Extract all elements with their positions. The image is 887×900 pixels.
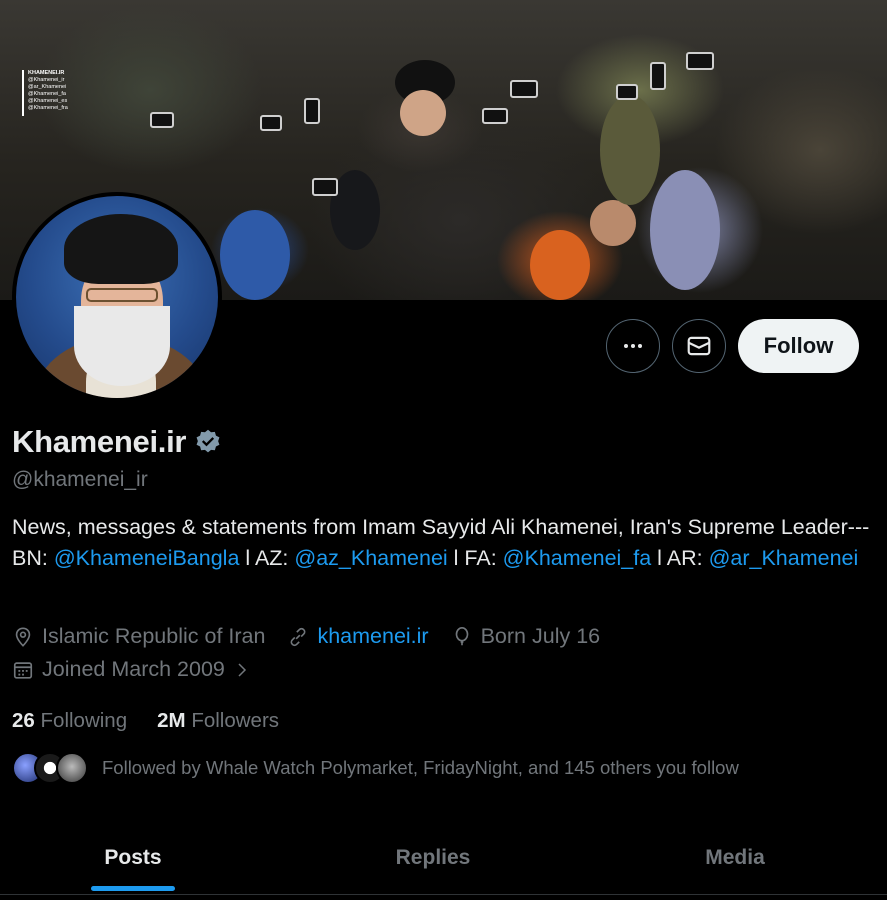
follower-avatar [56, 752, 88, 784]
followed-by-row[interactable]: Followed by Whale Watch Polymarket, Frid… [12, 752, 739, 784]
phone-image [482, 108, 508, 124]
followers-count: 2M [157, 709, 186, 732]
chevron-right-icon [238, 662, 246, 677]
website-item[interactable]: khamenei.ir [287, 624, 429, 649]
crowd-figure [650, 170, 720, 290]
crowd-figure [530, 230, 590, 300]
phone-image [312, 178, 338, 196]
link-icon [290, 627, 306, 646]
profile-meta-row: Joined March 2009 [12, 657, 273, 682]
watermark-text: KHAMENEI.IR @Khamenei_ir @ar_Khamenei @K… [28, 70, 68, 111]
follow-button[interactable]: Follow [738, 319, 859, 373]
followers-count-link[interactable]: 2M Followers [157, 709, 279, 733]
bio-mention-link[interactable]: @Khamenei_fa [503, 546, 652, 570]
profile-bio: News, messages & statements from Imam Sa… [12, 512, 872, 574]
profile-avatar[interactable] [12, 192, 222, 402]
following-count-link[interactable]: 26 Following [12, 709, 127, 733]
calendar-icon [13, 661, 33, 679]
birthday-item: Born July 16 [451, 624, 601, 649]
birthday-text: Born July 16 [480, 624, 601, 648]
tab-replies[interactable]: Replies [358, 820, 508, 895]
phone-image [150, 112, 174, 128]
followed-by-avatars [12, 752, 88, 784]
phone-image [304, 98, 320, 124]
profile-handle: @khamenei_ir [12, 468, 148, 491]
phone-image [616, 84, 638, 100]
crowd-figure [220, 210, 290, 300]
avatar-turban [64, 214, 178, 284]
more-options-button[interactable] [606, 319, 660, 373]
crowd-figure [400, 90, 446, 136]
bio-mention-link[interactable]: @KhameneiBangla [54, 546, 240, 570]
bio-text: l AZ: [239, 546, 295, 570]
bio-text: l FA: [447, 546, 503, 570]
bio-text: l AR: [651, 546, 709, 570]
followers-label: Followers [191, 709, 280, 732]
banner-watermark: KHAMENEI.IR @Khamenei_ir @ar_Khamenei @K… [22, 70, 68, 116]
avatar-beard [74, 306, 170, 386]
phone-image [260, 115, 282, 131]
followed-by-text: Followed by Whale Watch Polymarket, Frid… [102, 757, 739, 778]
name-row: Khamenei.ir [12, 424, 222, 460]
joined-item[interactable]: Joined March 2009 [12, 657, 251, 682]
tab-media[interactable]: Media [660, 820, 810, 895]
profile-meta-row: Islamic Republic of Iran khamenei.ir Bor… [12, 624, 622, 649]
tabs-divider [0, 894, 887, 895]
more-horizontal-icon [624, 344, 642, 348]
profile-tabs: Posts Replies Media [0, 820, 887, 895]
following-count: 26 [12, 709, 35, 732]
follow-counts: 26 Following 2M Followers [12, 709, 279, 733]
crowd-figure [600, 95, 660, 205]
phone-image [650, 62, 666, 90]
phone-image [686, 52, 714, 70]
location-item: Islamic Republic of Iran [12, 624, 265, 649]
display-name: Khamenei.ir [12, 424, 187, 459]
envelope-icon [687, 336, 711, 356]
location-pin-icon [15, 626, 31, 647]
balloon-icon [455, 626, 468, 645]
message-button[interactable] [672, 319, 726, 373]
joined-text: Joined March 2009 [42, 657, 225, 681]
active-tab-indicator [91, 886, 175, 891]
bio-mention-link[interactable]: @ar_Khamenei [709, 546, 859, 570]
phone-image [510, 80, 538, 98]
crowd-figure [590, 200, 636, 246]
avatar-glasses [86, 288, 158, 302]
following-label: Following [40, 709, 128, 732]
website-link[interactable]: khamenei.ir [317, 624, 428, 649]
bio-mention-link[interactable]: @az_Khamenei [294, 546, 447, 570]
watermark-bar [22, 70, 24, 116]
tab-posts[interactable]: Posts [60, 820, 206, 895]
verified-badge-icon[interactable] [194, 428, 222, 456]
location-text: Islamic Republic of Iran [42, 624, 266, 648]
